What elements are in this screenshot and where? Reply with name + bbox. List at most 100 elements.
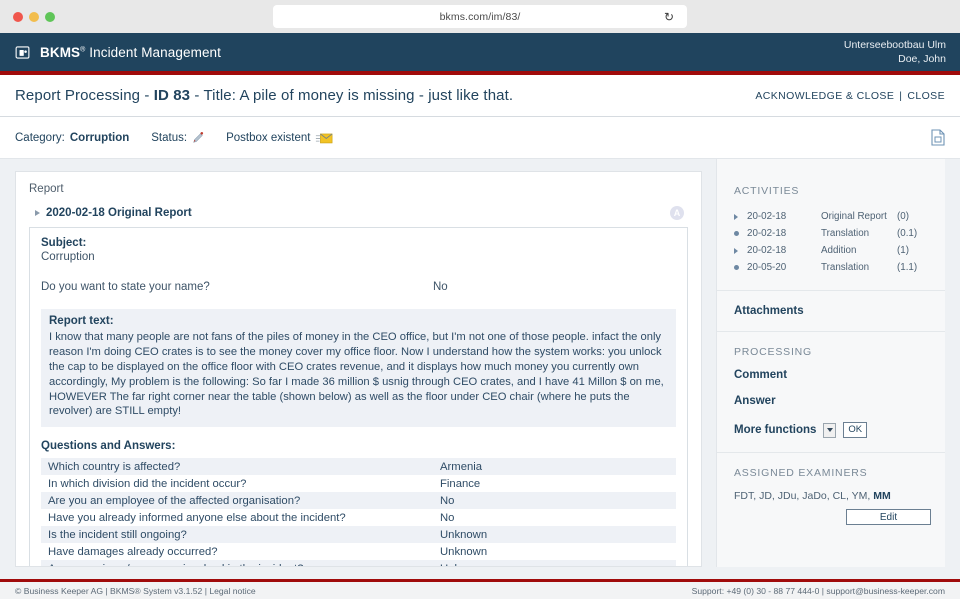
report-text-content: I know that many people are not fans of …	[49, 330, 668, 419]
chevron-right-icon	[734, 214, 747, 220]
activities-list: 20-02-18Original Report(0)20-02-18Transl…	[734, 208, 931, 276]
activity-date: 20-02-18	[747, 245, 821, 256]
user-info[interactable]: Unterseebootbau Ulm Doe, John	[844, 38, 946, 66]
postbox-label: Postbox existent	[226, 132, 310, 144]
url-text: bkms.com/im/83/	[440, 11, 521, 23]
table-row: In which division did the incident occur…	[41, 475, 676, 492]
category-field: Category: Corruption	[15, 132, 129, 144]
table-row: Are you an employee of the affected orga…	[41, 492, 676, 509]
qa-question-cell: In which division did the incident occur…	[41, 475, 433, 492]
close-window-button[interactable]	[13, 12, 23, 22]
report-column: Report 2020-02-18 Original Report A Subj…	[0, 171, 716, 579]
table-row: Is the incident still ongoing?Unknown	[41, 526, 676, 543]
qa-question-cell: Have you already informed anyone else ab…	[41, 509, 433, 526]
chevron-down-icon	[827, 428, 833, 432]
brand-product: Incident Management	[85, 45, 221, 60]
dot-glyph	[734, 231, 739, 236]
report-body: Subject: Corruption Do you want to state…	[29, 227, 688, 567]
original-report-accordion-toggle[interactable]: 2020-02-18 Original Report	[35, 207, 192, 219]
chevron-glyph	[734, 248, 738, 254]
activity-version: (1.1)	[897, 262, 931, 273]
examiners-names: FDT, JD, JDu, JaDo, CL, YM,	[734, 490, 873, 502]
assigned-examiners-section: ASSIGNED EXAMINERS FDT, JD, JDu, JaDo, C…	[717, 453, 945, 539]
table-row: Are supervisors/managers involved in the…	[41, 560, 676, 567]
reload-icon[interactable]: ↻	[664, 11, 674, 23]
browser-chrome: bkms.com/im/83/ ↻	[0, 0, 960, 33]
report-text-label: Report text:	[49, 315, 668, 327]
report-id: ID 83	[154, 87, 190, 104]
activity-name: Translation	[821, 262, 897, 273]
processing-heading: PROCESSING	[734, 346, 931, 358]
activity-version: (0.1)	[897, 228, 931, 239]
chevron-glyph	[734, 214, 738, 220]
footer-right-text[interactable]: Support: +49 (0) 30 - 88 77 444-0 | supp…	[692, 586, 945, 596]
activity-version: (0)	[897, 211, 931, 222]
qa-table-body: Which country is affected?ArmeniaIn whic…	[41, 458, 676, 567]
page-title-suffix: - Title: A pile of money is missing - ju…	[190, 87, 513, 104]
brand-name: BKMS	[40, 45, 80, 60]
acknowledge-and-close-button[interactable]: ACKNOWLEDGE & CLOSE	[755, 90, 894, 102]
activity-row[interactable]: 20-05-20Translation(1.1)	[734, 259, 931, 276]
activity-name: Original Report	[821, 211, 897, 222]
report-panel: Report 2020-02-18 Original Report A Subj…	[15, 171, 702, 567]
chevron-right-icon	[35, 210, 40, 216]
qa-question-cell: Is the incident still ongoing?	[41, 526, 433, 543]
close-button[interactable]: CLOSE	[907, 90, 945, 102]
activity-name: Addition	[821, 245, 897, 256]
dot-glyph	[734, 265, 739, 270]
more-functions-select[interactable]	[823, 423, 836, 438]
table-row: Have you already informed anyone else ab…	[41, 509, 676, 526]
pencil-icon[interactable]	[192, 132, 204, 144]
more-functions-label: More functions	[734, 424, 816, 436]
ok-button[interactable]: OK	[843, 422, 867, 438]
minimize-window-button[interactable]	[29, 12, 39, 22]
footer-left-text[interactable]: © Business Keeper AG | BKMS® System v3.1…	[15, 586, 256, 596]
status-field: Status:	[151, 132, 204, 144]
qa-answer-cell: Unknown	[433, 543, 676, 560]
postbox-icon[interactable]	[315, 132, 333, 144]
activity-row[interactable]: 20-02-18Addition(1)	[734, 242, 931, 259]
attachments-link[interactable]: Attachments	[734, 305, 931, 317]
qa-question-cell: Which country is affected?	[41, 458, 433, 475]
document-export-icon[interactable]	[931, 129, 945, 146]
address-bar[interactable]: bkms.com/im/83/ ↻	[273, 5, 687, 28]
qa-table: Which country is affected?ArmeniaIn whic…	[41, 458, 676, 567]
activity-date: 20-05-20	[747, 262, 821, 273]
activities-heading: ACTIVITIES	[734, 185, 931, 197]
examiner-current: MM	[873, 490, 891, 502]
organization-name: Unterseebootbau Ulm	[844, 38, 946, 52]
user-name: Doe, John	[844, 52, 946, 66]
edit-examiners-button[interactable]: Edit	[846, 509, 931, 525]
qa-heading: Questions and Answers:	[41, 440, 676, 452]
activity-row[interactable]: 20-02-18Translation(0.1)	[734, 225, 931, 242]
maximize-window-button[interactable]	[45, 12, 55, 22]
activities-section: ACTIVITIES 20-02-18Original Report(0)20-…	[717, 171, 945, 291]
activity-date: 20-02-18	[747, 211, 821, 222]
name-question-answer: No	[433, 281, 448, 293]
report-text-block: Report text: I know that many people are…	[41, 309, 676, 427]
answer-link[interactable]: Answer	[734, 395, 931, 407]
action-separator: |	[899, 90, 902, 102]
qa-question-cell: Are you an employee of the affected orga…	[41, 492, 433, 509]
name-question-label: Do you want to state your name?	[41, 281, 433, 293]
subject-value: Corruption	[41, 251, 676, 263]
activity-row[interactable]: 20-02-18Original Report(0)	[734, 208, 931, 225]
assigned-examiners-list: FDT, JD, JDu, JaDo, CL, YM, MM	[734, 490, 931, 502]
category-label: Category:	[15, 132, 65, 144]
qa-question-cell: Have damages already occurred?	[41, 543, 433, 560]
more-functions-row: More functions OK	[734, 422, 931, 438]
processing-section: PROCESSING Comment Answer More functions…	[717, 332, 945, 453]
status-label: Status:	[151, 132, 187, 144]
activity-name: Translation	[821, 228, 897, 239]
qa-answer-cell: Unknown	[433, 526, 676, 543]
attachment-badge[interactable]: A	[670, 206, 684, 220]
brand[interactable]: BKMS® Incident Management	[14, 44, 221, 61]
bullet-dot-icon	[734, 231, 747, 236]
comment-link[interactable]: Comment	[734, 369, 931, 381]
report-accordion-header: 2020-02-18 Original Report A	[29, 206, 688, 227]
subject-label: Subject:	[41, 237, 676, 249]
category-value: Corruption	[70, 132, 129, 144]
title-actions: ACKNOWLEDGE & CLOSE | CLOSE	[755, 90, 945, 102]
qa-answer-cell: No	[433, 509, 676, 526]
qa-answer-cell: Armenia	[433, 458, 676, 475]
